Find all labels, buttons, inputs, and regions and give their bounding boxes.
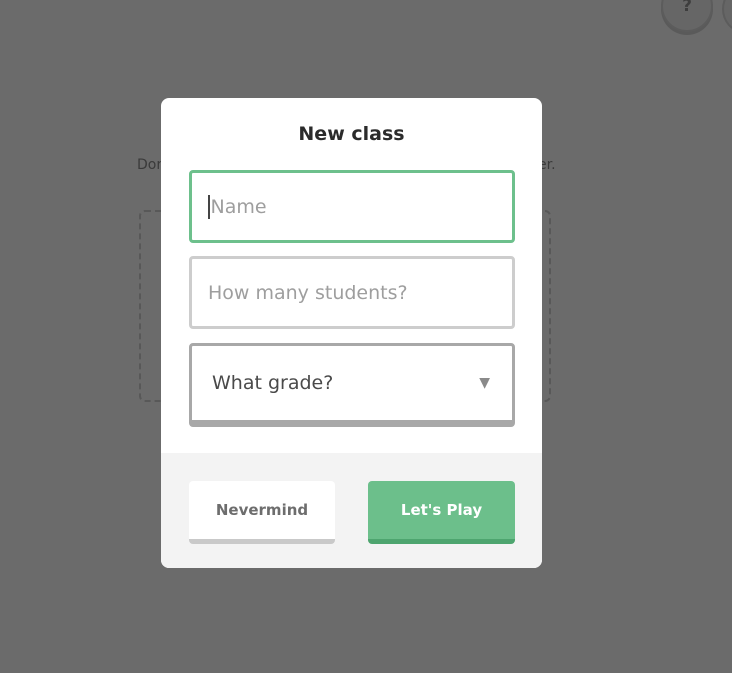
background-text-left: Dor bbox=[137, 157, 163, 173]
nevermind-button[interactable]: Nevermind bbox=[189, 481, 335, 544]
help-button[interactable]: ? bbox=[661, 0, 713, 32]
lets-play-button[interactable]: Let's Play bbox=[368, 481, 515, 544]
grade-select-value: What grade? bbox=[212, 372, 334, 394]
class-name-input[interactable]: Name bbox=[189, 170, 515, 243]
new-class-dialog: New class Name How many students? What g… bbox=[161, 98, 542, 568]
dialog-footer: Nevermind Let's Play bbox=[161, 453, 542, 568]
grade-select[interactable]: What grade? ▼ bbox=[189, 343, 515, 427]
corner-button[interactable] bbox=[722, 0, 732, 32]
class-name-placeholder: Name bbox=[210, 195, 267, 218]
student-count-placeholder: How many students? bbox=[208, 281, 408, 304]
help-icon: ? bbox=[682, 0, 692, 16]
chevron-down-icon: ▼ bbox=[479, 375, 490, 391]
student-count-input[interactable]: How many students? bbox=[189, 256, 515, 329]
text-cursor bbox=[208, 194, 210, 219]
dialog-title: New class bbox=[298, 123, 405, 145]
